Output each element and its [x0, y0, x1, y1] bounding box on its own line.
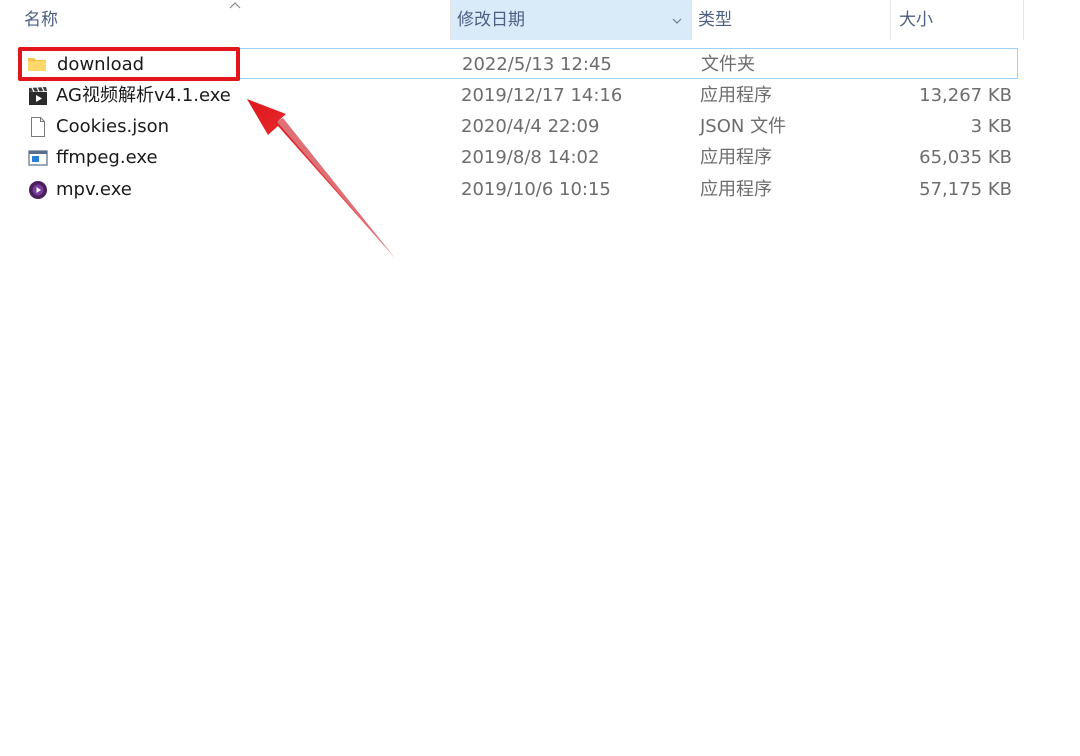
annotation-arrow-icon — [247, 99, 395, 258]
